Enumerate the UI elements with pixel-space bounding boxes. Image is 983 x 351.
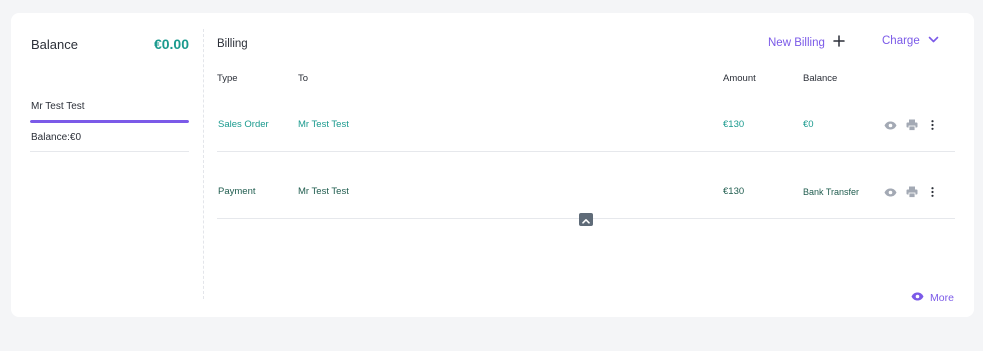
column-header-to: To [298,73,309,84]
kebab-menu-icon[interactable] [927,119,937,131]
printer-icon[interactable] [905,185,919,198]
customer-divider [30,151,189,152]
row-divider [217,151,955,152]
plus-icon [833,35,845,50]
chevron-up-icon [582,211,590,229]
column-header-balance: Balance [803,73,838,84]
customer-progress-bar [30,120,189,123]
eye-icon[interactable] [883,119,897,131]
row-amount: €130 [723,186,745,197]
customer-balance: Balance:€0 [31,132,82,143]
row-to: Mr Test Test [298,186,349,197]
eye-icon [911,292,924,304]
row-balance: €0 [803,119,814,130]
more-label: More [930,292,954,304]
column-header-amount: Amount [723,73,756,84]
row-balance: Bank Transfer [803,187,860,197]
more-button[interactable]: More [911,292,954,304]
billing-card: Balance €0.00 Mr Test Test Balance:€0 Bi… [11,13,974,317]
row-type: Sales Order [218,119,269,130]
billing-title: Billing [217,38,248,50]
new-billing-label: New Billing [768,36,825,49]
charge-label: Charge [882,35,920,47]
customer-progress-fill [30,120,189,123]
kebab-menu-icon[interactable] [927,186,937,198]
balance-panel: Balance €0.00 Mr Test Test Balance:€0 [11,13,203,317]
eye-icon[interactable] [883,186,897,198]
charge-dropdown[interactable]: Charge [882,35,939,47]
panel-divider [203,29,204,299]
chevron-down-icon [928,35,939,47]
balance-amount: €0.00 [153,36,189,52]
row-amount: €130 [723,119,745,130]
printer-icon[interactable] [905,118,919,131]
collapse-button[interactable] [579,213,593,226]
column-header-type: Type [217,73,238,84]
balance-title: Balance [31,37,78,52]
new-billing-button[interactable]: New Billing [768,35,845,50]
customer-name: Mr Test Test [31,101,85,112]
row-to: Mr Test Test [298,119,349,130]
row-type: Payment [218,186,256,197]
